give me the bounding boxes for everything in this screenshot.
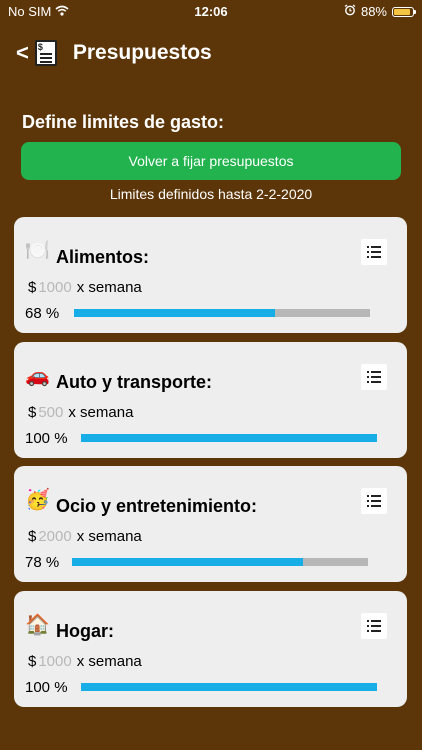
amount-input[interactable]: 2000: [38, 528, 71, 545]
budget-card-hogar[interactable]: 🏠 Hogar: $ 1000 x semana 100 %: [14, 591, 407, 707]
budget-card-alimentos[interactable]: 🍽️ Alimentos: $ 1000 x semana 68 %: [14, 217, 407, 333]
percent-label: 78 %: [25, 554, 60, 571]
percent-label: 100 %: [25, 430, 68, 447]
period-label: x semana: [76, 653, 142, 670]
list-icon[interactable]: [361, 239, 387, 265]
progress-bar: [81, 683, 377, 691]
amount-row: $ 500 x semana: [28, 404, 133, 421]
page-title: Presupuestos: [72, 41, 212, 64]
category-name: Auto y transporte:: [56, 372, 213, 392]
car-icon: 🚗: [25, 365, 50, 387]
budget-card-auto[interactable]: 🚗 Auto y transporte: $ 500 x semana 100 …: [14, 342, 407, 458]
amount-input[interactable]: 1000: [38, 653, 71, 670]
list-icon[interactable]: [361, 613, 387, 639]
currency-symbol: $: [28, 279, 37, 296]
category-name: Ocio y entretenimiento:: [56, 496, 258, 516]
alarm-icon: [344, 4, 356, 19]
battery-icon: [392, 6, 416, 17]
period-label: x semana: [68, 404, 134, 421]
amount-input[interactable]: 500: [38, 404, 63, 421]
amount-row: $ 1000 x semana: [28, 279, 142, 296]
food-icon: 🍽️: [25, 240, 50, 262]
battery-percent: 88%: [360, 4, 387, 19]
back-button[interactable]: <: [16, 40, 29, 66]
progress-fill: [72, 558, 303, 566]
amount-row: $ 1000 x semana: [28, 653, 142, 670]
section-label: Define limites de gasto:: [22, 112, 225, 132]
list-icon[interactable]: [361, 488, 387, 514]
amount-row: $ 2000 x semana: [28, 528, 142, 545]
reset-budgets-button[interactable]: Volver a fijar presupuestos: [21, 142, 401, 180]
house-icon: 🏠: [25, 614, 50, 636]
currency-symbol: $: [28, 404, 37, 421]
list-icon[interactable]: [361, 364, 387, 390]
percent-label: 100 %: [25, 679, 68, 696]
category-name: Hogar:: [56, 621, 114, 641]
limits-note: Limites definidos hasta 2-2-2020: [109, 186, 313, 202]
budget-card-ocio[interactable]: 🥳 Ocio y entretenimiento: $ 2000 x seman…: [14, 466, 407, 582]
progress-bar: [72, 558, 368, 566]
percent-label: 68 %: [25, 305, 60, 322]
currency-symbol: $: [28, 653, 37, 670]
budget-document-icon: $: [34, 40, 57, 66]
amount-input[interactable]: 1000: [38, 279, 71, 296]
party-icon: 🥳: [25, 489, 50, 511]
progress-bar: [81, 434, 377, 442]
category-name: Alimentos:: [56, 247, 150, 267]
currency-symbol: $: [28, 528, 37, 545]
progress-fill: [74, 309, 276, 317]
status-bar: No SIM 12:06 88%: [0, 0, 422, 22]
period-label: x semana: [76, 528, 142, 545]
nav-bar: < $ Presupuestos: [16, 36, 212, 70]
progress-bar: [74, 309, 370, 317]
progress-fill: [81, 434, 377, 442]
progress-fill: [81, 683, 377, 691]
period-label: x semana: [76, 279, 142, 296]
budget-document-icon-glyph: $: [37, 42, 43, 52]
